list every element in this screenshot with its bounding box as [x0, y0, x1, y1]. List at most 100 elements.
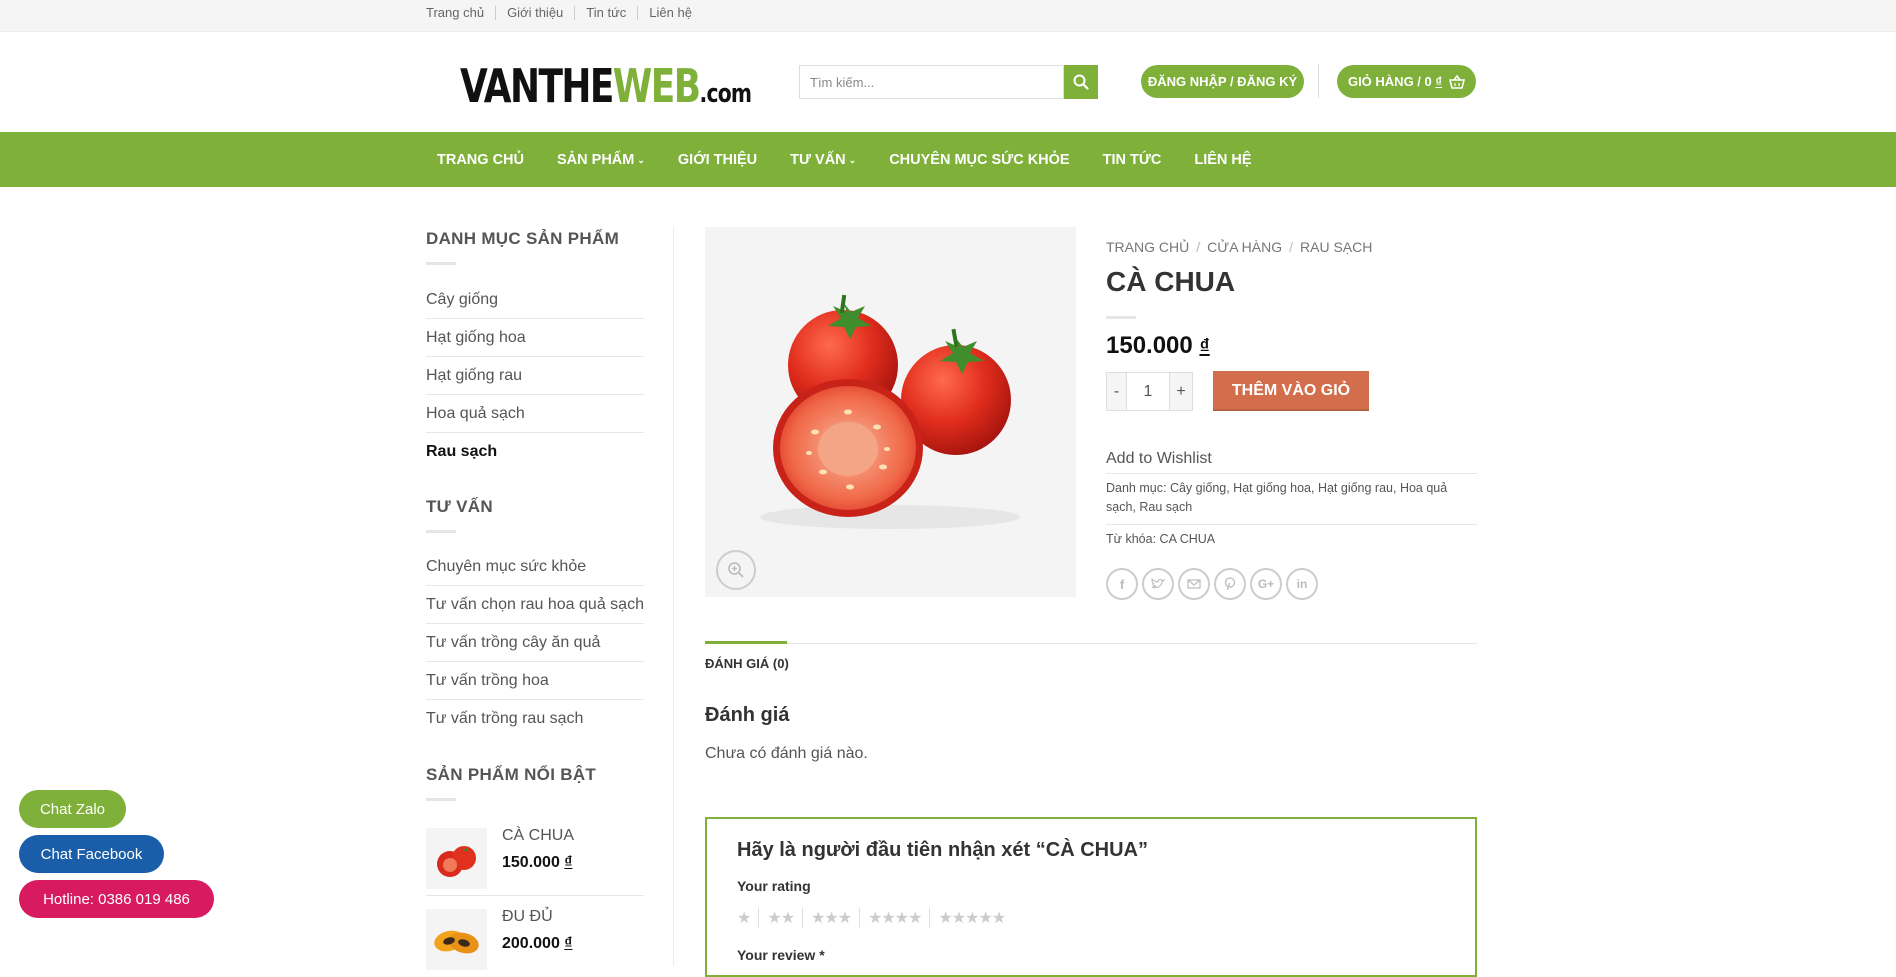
quantity-stepper: - 1 + [1106, 372, 1193, 411]
category-item-active[interactable]: Rau sạch [426, 433, 644, 471]
tabs-divider [705, 643, 1477, 644]
twitter-icon[interactable] [1142, 568, 1174, 600]
title-divider [426, 262, 456, 265]
header-divider [1318, 64, 1319, 98]
nav-health[interactable]: CHUYÊN MỤC SỨC KHỎE [889, 152, 1069, 168]
nav-advice-label: TƯ VẤN [790, 151, 846, 168]
advice-list: Chuyên mục sức khỏe Tư vấn chọn rau hoa … [426, 548, 644, 738]
linkedin-icon[interactable]: in [1286, 568, 1318, 600]
qty-minus-button[interactable]: - [1107, 373, 1127, 410]
search-button[interactable] [1064, 65, 1098, 99]
add-to-cart-button[interactable]: THÊM VÀO GIỎ [1213, 371, 1369, 411]
breadcrumb-shop[interactable]: CỬA HÀNG [1207, 239, 1282, 255]
cart-button[interactable]: GIỎ HÀNG / 0 ₫ [1337, 65, 1476, 98]
nav-about[interactable]: GIỚI THIỆU [678, 152, 757, 168]
nav-news[interactable]: TIN TỨC [1103, 152, 1162, 168]
search-input[interactable]: Tìm kiếm... [799, 65, 1064, 99]
chat-zalo-button[interactable]: Chat Zalo [19, 790, 126, 828]
active-tab-indicator [705, 641, 787, 644]
share-icons: f G+ in [1106, 568, 1322, 600]
product-thumbnail[interactable] [426, 909, 487, 970]
top-link-home[interactable]: Trang chủ [426, 6, 495, 20]
advice-item[interactable]: Tư vấn trồng cây ăn quả [426, 624, 644, 662]
top-link-news[interactable]: Tin tức [574, 6, 637, 20]
breadcrumb-category[interactable]: RAU SẠCH [1300, 239, 1372, 255]
top-link-contact[interactable]: Liên hệ [637, 6, 703, 20]
star-rating: ★ ★★ ★★★ ★★★★ ★★★★★ [737, 908, 1013, 928]
product-category-links[interactable]: sạch, Rau sạch [1106, 500, 1192, 514]
advice-item[interactable]: Tư vấn trồng hoa [426, 662, 644, 700]
reviews-heading: Đánh giá [705, 704, 790, 726]
nav-contact[interactable]: LIÊN HỆ [1194, 152, 1251, 168]
no-reviews-text: Chưa có đánh giá nào. [705, 745, 868, 762]
email-icon[interactable] [1178, 568, 1210, 600]
advice-title: TƯ VẤN [426, 497, 493, 516]
product-category-links[interactable]: Cây giống, Hạt giống hoa, Hạt giống rau,… [1170, 481, 1447, 495]
meta-divider [1106, 473, 1477, 474]
tab-reviews[interactable]: ĐÁNH GIÁ (0) [705, 656, 789, 671]
category-item[interactable]: Hoa quả sạch [426, 395, 644, 433]
search-icon [1073, 74, 1089, 90]
top-bar: Trang chủ Giới thiệu Tin tức Liên hệ [0, 0, 1896, 32]
title-divider [426, 530, 456, 533]
chevron-down-icon: ⌄ [637, 154, 645, 165]
cart-currency: ₫ [1435, 74, 1443, 89]
category-item[interactable]: Hạt giống hoa [426, 319, 644, 357]
star-rating-option[interactable]: ★★ [758, 908, 802, 928]
login-button[interactable]: ĐĂNG NHẬP / ĐĂNG KÝ [1141, 65, 1304, 98]
categories-title: DANH MỤC SẢN PHẨM [426, 229, 620, 248]
advice-item[interactable]: Chuyên mục sức khỏe [426, 548, 644, 586]
review-form-title: Hãy là người đầu tiên nhận xét “CÀ CHUA” [737, 839, 1148, 861]
pinterest-icon[interactable] [1214, 568, 1246, 600]
basket-icon [1449, 74, 1466, 89]
featured-title: SẢN PHẨM NỔI BẬT [426, 765, 597, 784]
google-plus-icon[interactable]: G+ [1250, 568, 1282, 600]
advice-item[interactable]: Tư vấn chọn rau hoa quả sạch [426, 586, 644, 624]
site-logo[interactable]: VANTHEWEB.com [460, 60, 752, 120]
star-rating-option[interactable]: ★★★ [802, 908, 859, 928]
product-image[interactable] [705, 227, 1076, 597]
title-divider [1106, 316, 1136, 319]
cart-label: GIỎ HÀNG / 0 [1347, 74, 1432, 89]
top-link-about[interactable]: Giới thiệu [495, 6, 574, 20]
product-title: CÀ CHUA [1106, 266, 1236, 297]
papaya-thumbnail-image [434, 930, 479, 954]
main-nav: TRANG CHỦ SẢN PHẨM ⌄ GIỚI THIỆU TƯ VẤN ⌄ C… [0, 132, 1896, 187]
chat-facebook-button[interactable]: Chat Facebook [19, 835, 164, 873]
add-to-wishlist-link[interactable]: Add to Wishlist [1106, 450, 1212, 468]
zoom-icon [728, 562, 744, 578]
qty-input[interactable]: 1 [1127, 373, 1169, 410]
category-item[interactable]: Cây giống [426, 281, 644, 319]
product-categories: Danh mục: Cây giống, Hạt giống hoa, Hạt … [1106, 481, 1448, 514]
top-nav: Trang chủ Giới thiệu Tin tức Liên hệ [426, 6, 703, 20]
featured-product[interactable]: ĐU ĐỦ 200.000 ₫ [426, 907, 644, 970]
meta-divider [1106, 524, 1477, 525]
review-label: Your review * [737, 947, 825, 963]
rating-label: Your rating [737, 878, 811, 894]
product-price: 150.000 ₫ [1106, 332, 1210, 359]
product-price: 150.000 ₫ [502, 854, 573, 871]
advice-item[interactable]: Tư vấn trồng rau sạch [426, 700, 644, 738]
zoom-button[interactable] [716, 550, 756, 590]
category-item[interactable]: Hạt giống rau [426, 357, 644, 395]
star-rating-option[interactable]: ★ [737, 908, 758, 928]
facebook-icon[interactable]: f [1106, 568, 1138, 600]
star-rating-option[interactable]: ★★★★ [859, 908, 929, 928]
product-thumbnail[interactable] [426, 828, 487, 889]
star-rating-option[interactable]: ★★★★★ [929, 908, 1013, 928]
product-name[interactable]: ĐU ĐỦ [502, 908, 553, 926]
nav-products[interactable]: SẢN PHẨM ⌄ [557, 152, 645, 168]
breadcrumb: TRANG CHỦ / CỬA HÀNG / RAU SẠCH [1106, 239, 1373, 255]
nav-advice[interactable]: TƯ VẤN ⌄ [790, 152, 856, 168]
product-price: 200.000 ₫ [502, 935, 573, 952]
category-list: Cây giống Hạt giống hoa Hạt giống rau Ho… [426, 281, 644, 471]
breadcrumb-home[interactable]: TRANG CHỦ [1106, 239, 1189, 255]
sidebar-divider [673, 227, 674, 966]
product-tag-link[interactable]: CA CHUA [1160, 532, 1216, 546]
product-name[interactable]: CÀ CHUA [502, 827, 574, 845]
qty-plus-button[interactable]: + [1169, 373, 1192, 410]
chevron-down-icon: ⌄ [848, 154, 857, 165]
nav-home[interactable]: TRANG CHỦ [437, 152, 524, 168]
hotline-button[interactable]: Hotline: 0386 019 486 [19, 880, 214, 918]
featured-product[interactable]: CÀ CHUA 150.000 ₫ [426, 826, 644, 896]
